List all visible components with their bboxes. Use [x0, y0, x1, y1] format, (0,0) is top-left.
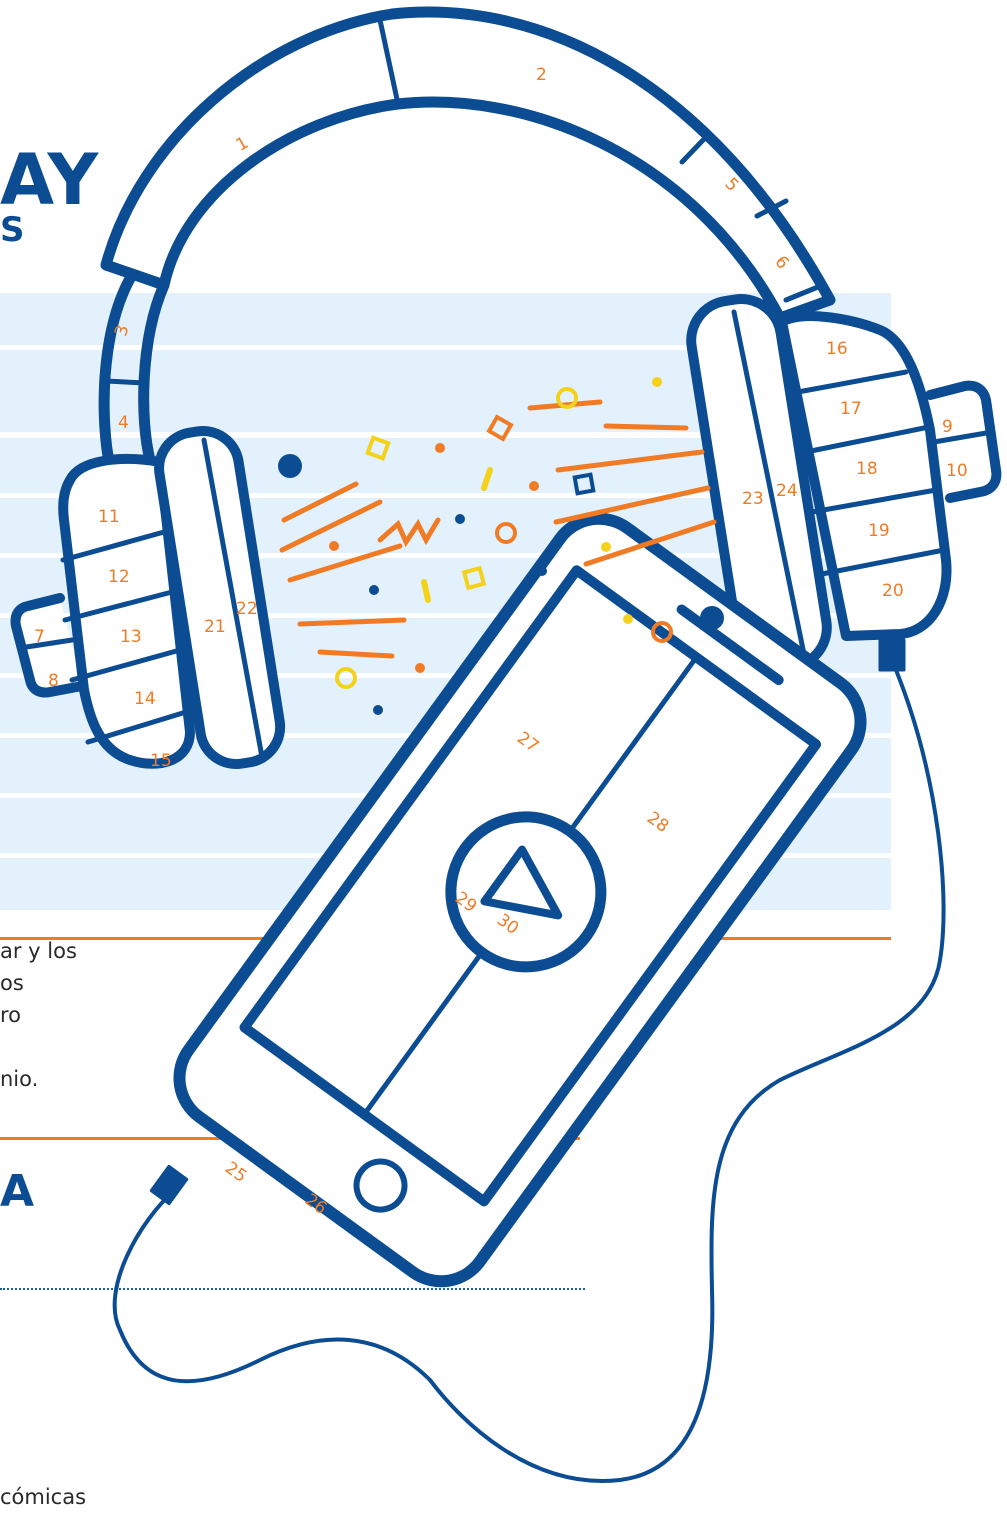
- sound-line: [297, 617, 407, 627]
- dot: [369, 585, 379, 595]
- segment-label: 19: [868, 521, 890, 541]
- dot: [623, 614, 633, 624]
- dot: [700, 606, 724, 630]
- segment-label: 10: [946, 461, 968, 481]
- square: [572, 472, 596, 496]
- zigzag: [377, 517, 441, 548]
- right-jack: [878, 638, 906, 672]
- dot: [373, 705, 383, 715]
- coloring-page: AY S ar y los os ro nio. A cómicas 1 2 3…: [0, 0, 1007, 1521]
- segment-label: 11: [98, 507, 120, 527]
- headphones-phone-illustration: 1 2 3 4 5 6 7 8 9 10 11 12 13 14 15 16 1…: [10, 6, 1002, 1483]
- segment-label: 25: [221, 1158, 250, 1187]
- segment-label: 12: [108, 567, 130, 587]
- segment-label: 14: [134, 689, 156, 709]
- sound-line: [287, 543, 403, 583]
- segment-label: 8: [48, 671, 59, 691]
- dash: [481, 467, 493, 491]
- segment-label: 21: [204, 617, 226, 637]
- ring: [335, 667, 357, 689]
- sound-line: [317, 649, 395, 659]
- headband-outer-arc: [100, 6, 836, 324]
- dot: [435, 443, 445, 453]
- sound-line: [555, 449, 705, 473]
- segment-label: 9: [942, 417, 953, 437]
- headband-inner-arc: [138, 279, 170, 466]
- sound-line: [603, 423, 689, 431]
- dot: [455, 514, 465, 524]
- segment-label: 17: [840, 399, 862, 419]
- dot: [537, 566, 547, 576]
- phone-jack: [149, 1164, 189, 1206]
- segment-label: 23: [742, 489, 764, 509]
- segment-label: 20: [882, 581, 904, 601]
- headband-inner-arc: [98, 269, 138, 473]
- dot: [329, 541, 339, 551]
- dot: [278, 454, 302, 478]
- dot: [652, 377, 662, 387]
- sound-line: [281, 481, 359, 523]
- segment-label: 7: [34, 627, 45, 647]
- segment-label: 15: [150, 751, 172, 771]
- ring: [495, 522, 517, 544]
- segment-label: 13: [120, 627, 142, 647]
- segment-label: 2: [536, 65, 547, 85]
- segment-label: 22: [236, 599, 258, 619]
- square: [461, 565, 487, 591]
- dash: [421, 579, 431, 603]
- square: [365, 435, 391, 461]
- segment-label: 16: [826, 339, 848, 359]
- dot: [415, 663, 425, 673]
- dot: [529, 481, 539, 491]
- segment-label: 4: [118, 413, 129, 433]
- square: [486, 414, 514, 442]
- headband: [100, 6, 836, 324]
- segment-label: 24: [776, 481, 798, 501]
- headband-divider: [103, 378, 148, 386]
- dot: [601, 542, 611, 552]
- segment-label: 18: [856, 459, 878, 479]
